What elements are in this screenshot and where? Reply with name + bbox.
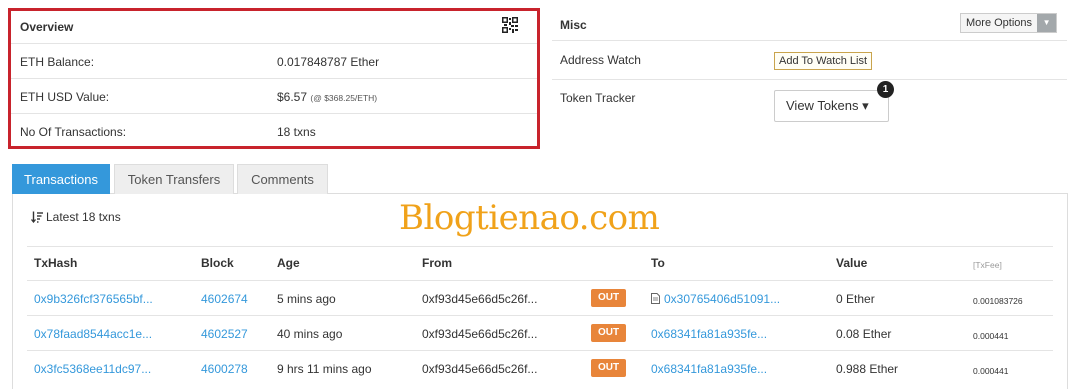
tx-fee: 0.001083726: [973, 296, 1023, 306]
block-link[interactable]: 4600278: [201, 362, 248, 376]
more-options-button[interactable]: More Options ▼: [960, 13, 1058, 33]
misc-header: Misc More Options ▼: [552, 8, 1067, 41]
tx-hash-link[interactable]: 0x78faad8544acc1e...: [34, 327, 152, 341]
to-address-link[interactable]: 0x68341fa81a935fe...: [651, 327, 767, 341]
add-to-watch-list-button[interactable]: Add To Watch List: [774, 52, 873, 70]
address-watch-row: Address Watch Add To Watch List: [552, 41, 1067, 80]
token-tracker-label: Token Tracker: [560, 91, 636, 105]
column-header-from: From: [422, 256, 452, 270]
tx-value: 0.08 Ether: [836, 327, 892, 341]
to-address-link[interactable]: 0x30765406d51091...: [664, 292, 780, 306]
column-header-to: To: [651, 256, 665, 270]
direction-badge: OUT: [591, 324, 626, 342]
eth-balance-value: 0.017848787 Ether: [277, 55, 380, 69]
eth-balance-row: ETH Balance: 0.017848787 Ether: [11, 44, 537, 79]
table-row: 0x9b326fcf376565bf... 4602674 5 mins ago…: [27, 280, 1053, 315]
from-address[interactable]: 0xf93d45e66d5c26f...: [422, 362, 537, 376]
misc-title: Misc: [560, 18, 587, 32]
transactions-count-value: 18 txns: [277, 125, 316, 139]
eth-usd-amount: $6.57: [277, 90, 308, 104]
tab-transactions[interactable]: Transactions: [12, 164, 110, 194]
from-address[interactable]: 0xf93d45e66d5c26f...: [422, 292, 537, 306]
chevron-down-icon[interactable]: ▼: [1037, 14, 1057, 32]
watermark: Blogtienao.com: [399, 198, 660, 238]
tab-token-transfers[interactable]: Token Transfers: [114, 164, 234, 194]
transactions-summary-text: Latest 18 txns: [46, 210, 121, 224]
tx-value: 0 Ether: [836, 292, 875, 306]
table-row: 0x78faad8544acc1e... 4602527 40 mins ago…: [27, 315, 1053, 350]
column-header-block: Block: [201, 256, 234, 270]
table-top-divider: [27, 246, 1053, 247]
to-address-link[interactable]: 0x68341fa81a935fe...: [651, 362, 767, 376]
table-row: 0x3fc5368ee11dc97... 4600278 9 hrs 11 mi…: [27, 350, 1053, 385]
transactions-count-row: No Of Transactions: 18 txns: [11, 114, 537, 149]
tx-fee: 0.000441: [973, 366, 1009, 376]
direction-badge: OUT: [591, 289, 626, 307]
view-tokens-button[interactable]: View Tokens ▾: [774, 90, 889, 122]
tab-comments[interactable]: Comments: [237, 164, 328, 194]
tx-value: 0.988 Ether: [836, 362, 899, 376]
block-link[interactable]: 4602527: [201, 327, 248, 341]
tx-hash-link[interactable]: 0x3fc5368ee11dc97...: [34, 362, 151, 376]
transactions-panel: Latest 18 txns Blogtienao.com TxHash Blo…: [12, 194, 1068, 389]
block-link[interactable]: 4602674: [201, 292, 248, 306]
tx-age: 9 hrs 11 mins ago: [277, 362, 372, 376]
column-header-txfee[interactable]: [TxFee]: [973, 260, 1002, 270]
step-badge: 1: [877, 81, 894, 98]
column-header-value: Value: [836, 256, 868, 270]
overview-header: Overview: [11, 11, 537, 44]
eth-balance-label: ETH Balance:: [20, 55, 95, 69]
tab-bar: Transactions Token Transfers Comments: [12, 164, 1068, 194]
column-header-age: Age: [277, 256, 300, 270]
column-header-txhash: TxHash: [34, 256, 78, 270]
tx-hash-link[interactable]: 0x9b326fcf376565bf...: [34, 292, 153, 306]
transactions-summary: Latest 18 txns: [31, 210, 121, 224]
tx-age: 40 mins ago: [277, 327, 343, 341]
overview-panel: Overview ETH Balance: 0.017848787 Ether …: [8, 8, 540, 149]
contract-file-icon: [651, 293, 660, 304]
overview-title: Overview: [20, 20, 74, 34]
direction-badge: OUT: [591, 359, 626, 377]
eth-usd-value-row: ETH USD Value: $6.57 (@ $368.25/ETH): [11, 79, 537, 114]
eth-usd-value-label: ETH USD Value:: [20, 90, 110, 104]
qr-code-icon[interactable]: [502, 17, 518, 33]
tx-age: 5 mins ago: [277, 292, 336, 306]
address-watch-label: Address Watch: [560, 53, 641, 67]
sort-icon: [31, 211, 43, 223]
misc-panel: Misc More Options ▼ Address Watch Add To…: [552, 8, 1067, 148]
eth-usd-value: $6.57 (@ $368.25/ETH): [277, 90, 377, 104]
eth-price-note: (@ $368.25/ETH): [310, 93, 378, 103]
more-options-label: More Options: [966, 17, 1033, 29]
to-address: 0x30765406d51091...: [651, 292, 780, 306]
from-address[interactable]: 0xf93d45e66d5c26f...: [422, 327, 537, 341]
tx-fee: 0.000441: [973, 331, 1009, 341]
transactions-count-label: No Of Transactions:: [20, 125, 127, 139]
